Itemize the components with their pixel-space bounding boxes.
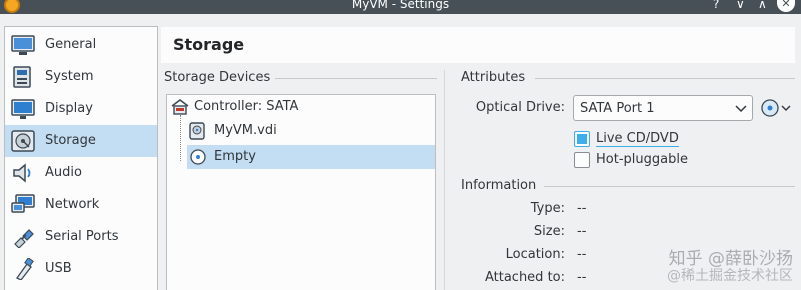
tree-row-empty[interactable]: Empty: [187, 145, 435, 169]
sidebar-item-label: Network: [45, 197, 100, 212]
info-attached-to-label: Attached to:: [484, 270, 565, 285]
group-divider: [544, 186, 795, 187]
sidebar-item-label: USB: [45, 261, 72, 276]
sidebar-item-label: Audio: [45, 165, 82, 180]
hot-pluggable-label[interactable]: Hot-pluggable: [596, 152, 688, 167]
info-location-value: --: [577, 247, 587, 262]
optical-drive-label: Optical Drive:: [475, 100, 565, 115]
info-type-label: Type:: [530, 201, 565, 216]
live-cd-label[interactable]: Live CD/DVD: [596, 131, 679, 147]
sidebar-item-label: General: [45, 37, 97, 52]
sidebar-item-audio[interactable]: Audio: [5, 157, 157, 189]
optical-disc-icon: [761, 99, 779, 117]
sidebar-item-usb[interactable]: USB: [5, 253, 157, 285]
choose-disk-menu-button[interactable]: [760, 98, 794, 118]
page-title: Storage: [173, 35, 245, 54]
audio-icon: [13, 163, 31, 183]
optical-drive-select[interactable]: SATA Port 1: [573, 95, 753, 121]
minimize-button[interactable]: ∨: [736, 0, 745, 12]
window-title: MyVM - Settings: [351, 0, 450, 11]
sidebar-item-general[interactable]: General: [5, 29, 157, 61]
usb-icon: [16, 258, 34, 280]
storage-tree[interactable]: Controller: SATA MyVM.vdi Empty: [166, 94, 436, 290]
tree-row-label: Empty: [214, 149, 256, 164]
info-attached-to-value: --: [577, 270, 587, 285]
attributes-heading: Attributes: [461, 70, 526, 85]
maximize-button[interactable]: ∧: [758, 0, 767, 12]
optical-drive-value: SATA Port 1: [580, 101, 655, 116]
serial-ports-icon: [14, 229, 34, 248]
settings-sidebar: General System Display Storage Audio Net…: [4, 26, 158, 290]
network-icon: [11, 194, 35, 213]
info-location-label: Location:: [505, 247, 565, 262]
help-button[interactable]: ?: [713, 0, 719, 12]
page-header: Storage: [161, 27, 795, 63]
sidebar-item-label: Display: [45, 101, 93, 116]
information-heading: Information: [461, 178, 537, 193]
sidebar-item-network[interactable]: Network: [5, 189, 157, 221]
sidebar-item-label: Serial Ports: [45, 229, 119, 244]
tree-row-controller[interactable]: Controller: SATA: [167, 95, 435, 119]
controller-icon: [171, 99, 189, 115]
tree-row-label: MyVM.vdi: [214, 123, 277, 138]
sidebar-item-storage[interactable]: Storage: [5, 125, 157, 157]
sidebar-item-display[interactable]: Display: [5, 93, 157, 125]
system-icon: [13, 66, 31, 88]
panel-splitter[interactable]: [444, 70, 450, 290]
chevron-down-icon: [735, 105, 747, 113]
tree-row-myvm-vdi[interactable]: MyVM.vdi: [187, 119, 435, 143]
live-cd-checkbox[interactable]: [574, 131, 590, 147]
optical-disc-icon: [190, 149, 206, 165]
hard-disk-icon: [189, 122, 205, 140]
info-size-value: --: [577, 224, 587, 239]
tree-row-label: Controller: SATA: [194, 99, 299, 114]
sidebar-item-serial-ports[interactable]: Serial Ports: [5, 221, 157, 253]
sidebar-item-label: System: [45, 69, 94, 84]
display-icon: [11, 99, 35, 119]
hot-pluggable-checkbox[interactable]: [574, 152, 590, 168]
watermark-juejin: @稀土掘金技术社区: [667, 268, 793, 284]
title-bar: MyVM - Settings ? ∨ ∧ ✕: [0, 0, 801, 14]
storage-icon: [11, 130, 35, 152]
storage-devices-heading: Storage Devices: [164, 70, 271, 85]
info-size-label: Size:: [533, 224, 565, 239]
group-divider: [275, 78, 437, 79]
sidebar-item-label: Storage: [45, 133, 96, 148]
tree-branch-line: [180, 115, 181, 161]
group-divider: [535, 78, 795, 79]
sidebar-item-system[interactable]: System: [5, 61, 157, 93]
general-icon: [11, 35, 35, 55]
info-type-value: --: [577, 201, 587, 216]
chevron-down-icon: [781, 105, 791, 111]
